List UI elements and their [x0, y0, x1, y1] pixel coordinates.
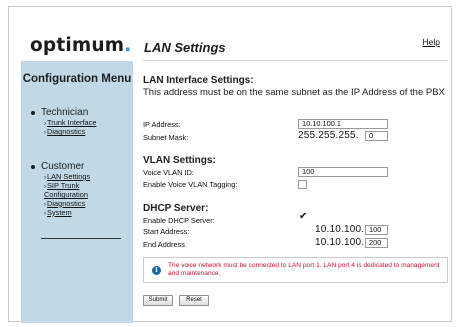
menu-item-diagnostics[interactable]: ›Diagnostics — [44, 128, 96, 137]
dhcp-enable-label: Enable DHCP Server: — [143, 216, 215, 225]
brand-logo: optimum. — [30, 35, 132, 56]
arrow-right-icon: › — [44, 130, 46, 137]
menu-link[interactable]: Diagnostics — [47, 199, 85, 208]
configuration-menu: Configuration Menu Technician ›Trunk Int… — [21, 61, 133, 323]
menu-item-system[interactable]: ›System — [44, 208, 104, 218]
dhcp-enable-checkbox[interactable]: ✔ — [299, 212, 307, 222]
header-divider — [143, 60, 448, 61]
header: optimum. LAN Settings Help — [9, 7, 451, 60]
vlan-tagging-label: Enable Voice VLAN Tagging: — [143, 180, 238, 189]
dhcp-heading: DHCP Server: — [143, 203, 209, 214]
lan-description: This address must be on the same subnet … — [143, 87, 445, 98]
reset-button[interactable]: Reset — [179, 295, 209, 306]
notice-text: The voice network must be connected to L… — [168, 262, 440, 277]
bullet-icon — [31, 110, 35, 115]
vlan-heading: VLAN Settings: — [143, 155, 216, 166]
subnet-mask-prefix: 255.255.255. — [298, 130, 359, 141]
menu-link[interactable]: LAN Settings — [47, 172, 90, 181]
vlan-tagging-checkbox[interactable] — [298, 180, 307, 189]
menu-group-header: Customer — [31, 161, 104, 172]
end-address-label: End Address — [143, 240, 185, 249]
subnet-mask-field[interactable]: 0 — [365, 131, 388, 141]
start-address-field[interactable]: 100 — [365, 225, 388, 235]
voice-vlan-id-field[interactable]: 100 — [298, 167, 388, 177]
submit-button[interactable]: Submit — [143, 295, 173, 306]
checkmark-icon: ✔ — [299, 211, 308, 222]
page-frame: optimum. LAN Settings Help Configuration… — [8, 6, 452, 323]
arrow-right-icon: › — [44, 201, 46, 208]
menu-group-header: Technician — [31, 107, 96, 118]
page-title: LAN Settings — [144, 40, 226, 55]
ip-address-label: IP Address: — [143, 120, 181, 129]
menu-list: ›LAN Settings ›SIP Trunk Configuration ›… — [44, 172, 104, 218]
arrow-right-icon: › — [44, 121, 46, 127]
help-link[interactable]: Help — [423, 37, 440, 47]
menu-link[interactable]: System — [47, 208, 72, 217]
menu-group-technician: Technician ›Trunk Interface ›Diagnostics — [31, 107, 96, 137]
brand-dot: . — [124, 35, 132, 56]
arrow-right-icon: › — [44, 175, 46, 181]
brand-name: optimum — [30, 35, 125, 56]
arrow-right-icon: › — [44, 184, 46, 191]
menu-item-sip-trunk[interactable]: ›SIP Trunk Configuration — [44, 182, 104, 199]
menu-group-customer: Customer ›LAN Settings ›SIP Trunk Config… — [31, 161, 104, 218]
info-icon: i — [152, 266, 161, 275]
lan-port-notice: i The voice network must be connected to… — [143, 257, 448, 283]
menu-link[interactable]: Trunk Interface — [47, 118, 96, 127]
voice-vlan-id-label: Voice VLAN ID: — [143, 168, 194, 177]
bullet-icon — [31, 164, 35, 169]
menu-title-text: Configuration Menu — [22, 73, 132, 85]
menu-link[interactable]: Diagnostics — [47, 127, 85, 136]
lan-interface-heading: LAN Interface Settings: — [143, 75, 254, 86]
arrow-right-icon: › — [44, 210, 46, 217]
menu-list: ›Trunk Interface ›Diagnostics — [44, 118, 96, 137]
menu-divider — [41, 238, 121, 239]
start-address-label: Start Address: — [143, 227, 190, 236]
menu-link[interactable]: SIP Trunk Configuration — [44, 181, 88, 199]
subnet-mask-label: Subnet Mask: — [143, 133, 189, 142]
end-address-prefix: 10.10.100. — [315, 237, 365, 248]
menu-group-label: Technician — [41, 107, 89, 118]
end-address-field[interactable]: 200 — [365, 238, 388, 248]
start-address-prefix: 10.10.100. — [315, 224, 365, 235]
menu-group-label: Customer — [41, 161, 85, 172]
ip-address-field[interactable]: 10.10.100.1 — [298, 119, 388, 129]
menu-title: Configuration Menu — [21, 73, 133, 86]
